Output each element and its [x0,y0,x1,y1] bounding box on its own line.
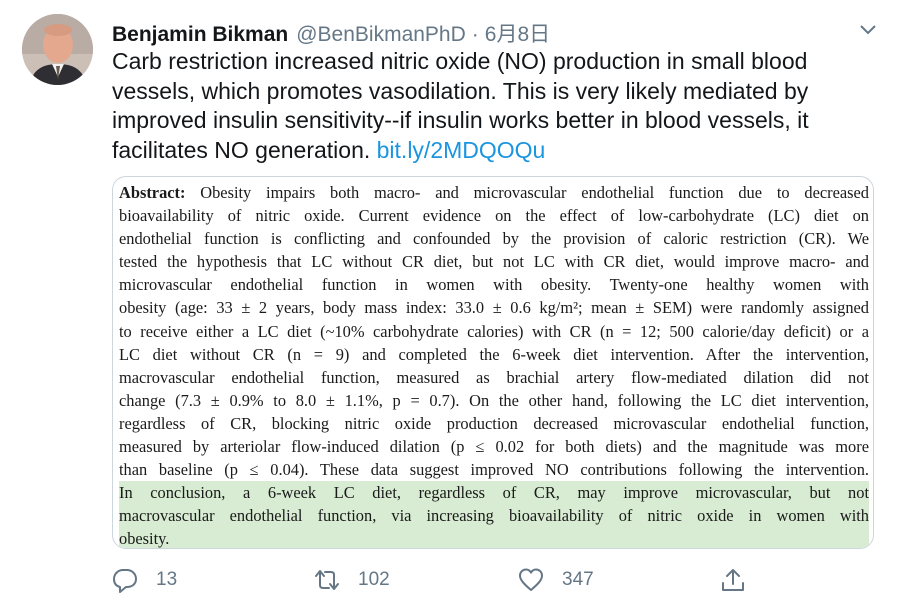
abstract-line: Abstract: Obesity impairs both macro- an… [119,181,869,204]
retweet-icon [315,570,339,590]
abstract-line: LC diet without CR (n = 9) and completed… [119,344,869,364]
abstract-line: measured by arteriolar flow-induced dila… [119,437,869,457]
abstract-line: macrovascular endothelial function, meas… [119,367,869,387]
like-count: 347 [562,569,594,590]
tweet-link[interactable]: bit.ly/2MDQOQu [377,137,546,163]
tweet-media-image[interactable]: Abstract: Obesity impairs both macro- an… [112,176,874,549]
abstract-highlighted-line: In conclusion, a 6-week LC diet, regardl… [119,481,869,505]
retweet-button[interactable]: 102 [314,564,390,596]
avatar-image [22,14,93,85]
retweet-count: 102 [358,569,390,590]
reply-count: 13 [156,569,178,590]
abstract-line-text: Obesity impairs both macro- and microvas… [185,183,869,202]
abstract-highlighted-line: macrovascular endothelial function, via … [119,504,869,528]
abstract-highlighted-line: obesity. [119,527,869,548]
author-name[interactable]: Benjamin Bikman [112,23,288,47]
abstract-line: microvascular endothelial function in wo… [119,275,869,295]
separator: · [471,23,479,46]
abstract-line: tested the hypothesis that LC without CR… [119,252,869,272]
reply-icon [113,569,137,593]
tweet-text: Carb restriction increased nitric oxide … [112,47,882,165]
chevron-down-icon[interactable] [856,20,880,40]
tweet-date[interactable]: 6月8日 [485,18,550,48]
abstract-line: change (7.3 ± 0.9% to 8.0 ± 1.1%, p = 0.… [119,390,869,410]
abstract-label: Abstract: [119,183,186,202]
abstract-line: to receive either a LC diet (~10% carboh… [119,321,869,341]
like-button[interactable]: 347 [518,564,594,596]
reply-button[interactable]: 13 [112,564,177,596]
abstract-line: than baseline (p ≤ 0.04). These data sug… [119,460,869,480]
abstract-line: regardless of CR, blocking nitric oxide … [119,413,869,433]
avatar[interactable] [22,14,93,85]
abstract-line: obesity (age: 33 ± 2 years, body mass in… [119,298,869,318]
abstract-line: endothelial function is conflicting and … [119,229,869,249]
tweet-actions: 13 102 347 [112,564,752,596]
abstract-line: bioavailability of nitric oxide. Current… [119,206,869,226]
author-handle[interactable]: @BenBikmanPhD [296,23,466,47]
tweet-header: Benjamin Bikman @BenBikmanPhD · 6月8日 [112,18,880,46]
abstract-text: Abstract: Obesity impairs both macro- an… [119,181,869,548]
heart-icon [519,568,543,591]
share-button[interactable] [720,564,746,596]
share-icon [722,569,744,591]
